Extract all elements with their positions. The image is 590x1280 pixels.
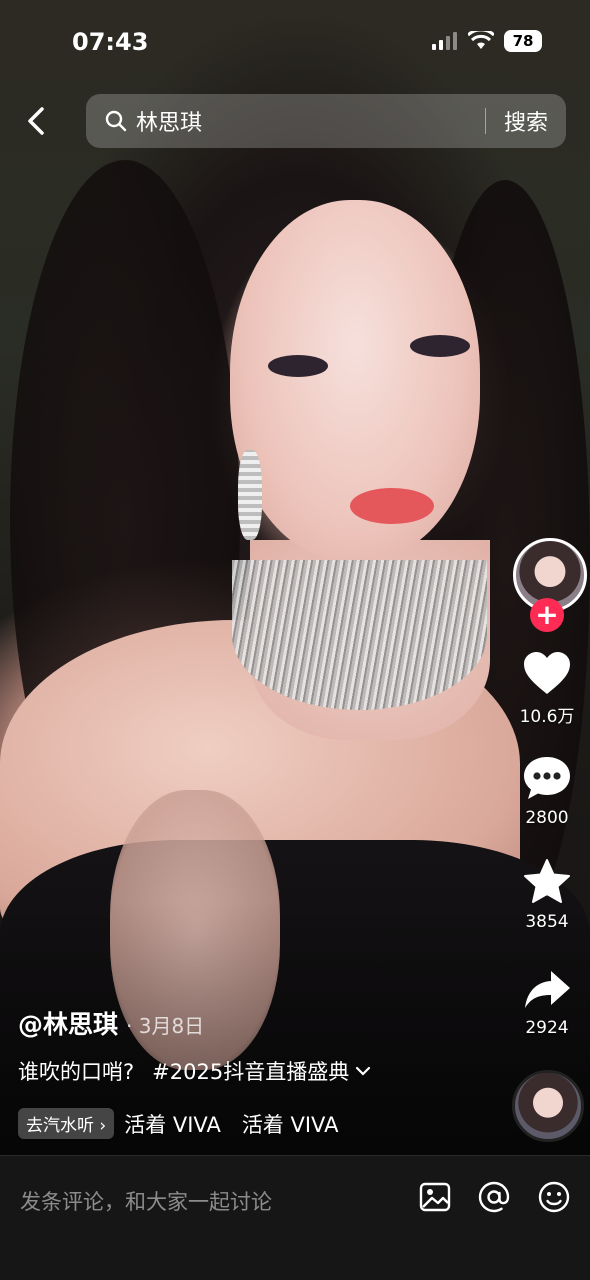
- status-time: 07:43: [72, 28, 149, 56]
- search-button[interactable]: 搜索: [486, 105, 566, 137]
- comment-input[interactable]: 发条评论，和大家一起讨论: [20, 1186, 272, 1216]
- search-bar[interactable]: 林思琪 搜索: [86, 94, 566, 148]
- expand-chevron-icon[interactable]: [355, 1065, 371, 1077]
- video-frame[interactable]: [0, 0, 590, 1155]
- emoji-icon[interactable]: [537, 1180, 571, 1214]
- search-input[interactable]: 林思琪: [136, 105, 485, 137]
- heart-icon: [524, 652, 570, 694]
- star-icon: [524, 859, 570, 903]
- wifi-icon: [468, 31, 494, 49]
- favorite-action[interactable]: 3854: [508, 858, 586, 932]
- image-icon[interactable]: [418, 1180, 452, 1214]
- comment-action[interactable]: 2800: [508, 754, 586, 828]
- video-screen[interactable]: 07:43 78 林思琪 搜索 + 10.6万 2800 3854 2924 @…: [0, 0, 590, 1280]
- battery-indicator: 78: [504, 30, 542, 52]
- video-content: [232, 560, 487, 710]
- music-title[interactable]: 活着 VIVA 活着 VIVA: [124, 1109, 338, 1139]
- author-name[interactable]: @林思琪: [18, 1005, 118, 1041]
- video-content: [238, 450, 262, 540]
- description-text: 谁吹的口哨?: [18, 1060, 135, 1084]
- share-action[interactable]: 2924: [508, 968, 586, 1038]
- comment-bar: 发条评论，和大家一起讨论: [0, 1155, 590, 1280]
- like-count: 10.6万: [519, 707, 575, 727]
- comment-count: 2800: [525, 808, 569, 828]
- music-disc-avatar[interactable]: [512, 1070, 584, 1142]
- share-arrow-icon: [525, 971, 570, 1008]
- status-icons: 78: [432, 30, 542, 52]
- like-action[interactable]: 10.6万: [508, 650, 586, 727]
- music-app-chip[interactable]: 去汽水听 ›: [18, 1108, 115, 1139]
- comment-bubble-icon: [524, 757, 570, 799]
- video-content: [268, 355, 328, 377]
- post-date: · 3月8日: [126, 1014, 205, 1038]
- post-description[interactable]: 谁吹的口哨? #2025抖音直播盛典: [18, 1056, 371, 1086]
- signal-icon: [432, 32, 457, 50]
- mention-icon[interactable]: [477, 1180, 511, 1214]
- video-content: [410, 335, 470, 357]
- video-content: [350, 488, 434, 524]
- share-count: 2924: [525, 1018, 569, 1038]
- follow-plus-icon[interactable]: +: [530, 598, 564, 632]
- back-icon[interactable]: [22, 106, 50, 136]
- search-icon: [105, 110, 127, 132]
- favorite-count: 3854: [525, 912, 569, 932]
- hashtag-link[interactable]: #2025抖音直播盛典: [152, 1056, 349, 1086]
- music-row[interactable]: 去汽水听 › 活着 VIVA 活着 VIVA: [18, 1108, 338, 1139]
